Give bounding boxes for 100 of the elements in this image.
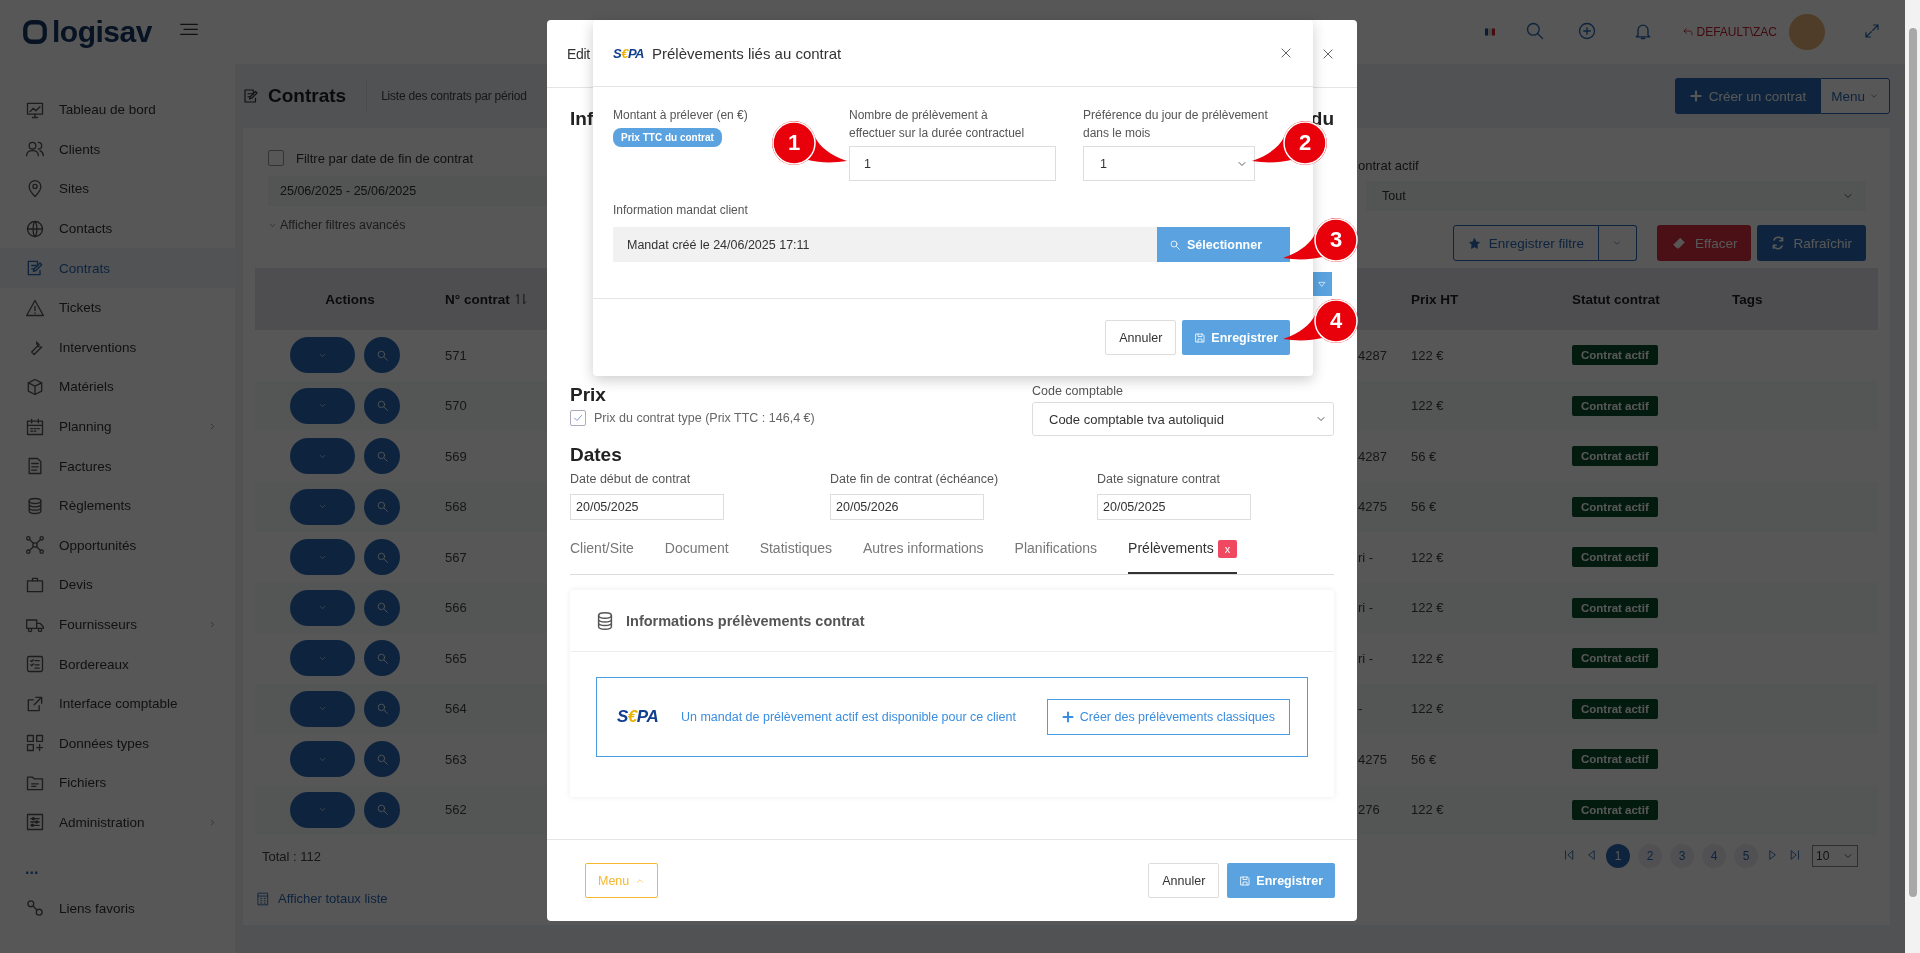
save-button[interactable]: Enregistrer xyxy=(1182,320,1290,355)
page-size-select[interactable]: 10 xyxy=(1812,845,1858,867)
count-field[interactable]: 1 xyxy=(849,146,1056,181)
sidebar-item[interactable]: Sites xyxy=(0,169,235,209)
page-button[interactable]: 4 xyxy=(1702,844,1726,868)
date-field[interactable]: 20/05/2025 xyxy=(570,494,724,520)
section-heading: Inf xyxy=(570,108,594,131)
page-title: Contrats xyxy=(268,85,347,107)
status-select[interactable]: Tout xyxy=(1366,181,1866,211)
column-header: Tags xyxy=(1727,268,1878,330)
sidebar-item[interactable]: Contrats xyxy=(0,248,235,288)
filter-label: ontrat actif xyxy=(1358,157,1420,173)
date-field[interactable]: 20/05/2025 xyxy=(1097,494,1251,520)
table-cell: 276 xyxy=(1358,802,1380,818)
card-title: Informations prélèvements contrat xyxy=(626,612,865,629)
clear-button[interactable]: Effacer xyxy=(1656,225,1752,261)
tab[interactable]: Autres informations xyxy=(863,540,984,574)
date-field[interactable]: 20/05/2026 xyxy=(830,494,984,520)
table-cell: 122 € xyxy=(1411,650,1444,666)
table-cell: 566 xyxy=(445,600,467,616)
sidebar-item[interactable]: Interventions xyxy=(0,327,235,368)
user-name[interactable]: DEFAULT\ZAC xyxy=(1696,25,1777,39)
status-badge: Contrat actif xyxy=(1572,799,1658,820)
refresh-button[interactable]: Rafraîchir xyxy=(1757,225,1866,261)
section-heading: Dates xyxy=(570,444,623,466)
create-debits-button[interactable]: Créer des prélèvements classiques xyxy=(1046,699,1290,735)
column-header: Actions xyxy=(255,268,440,330)
sidebar-item[interactable]: Données types xyxy=(0,723,235,764)
sidebar-item[interactable]: Factures xyxy=(0,446,235,486)
create-contract-button[interactable]: Créer un contrat xyxy=(1674,78,1821,114)
sidebar-item[interactable]: Liens favoris xyxy=(0,888,235,928)
save-filter-button[interactable]: Enregistrer filtre xyxy=(1452,225,1599,261)
section-heading: Prix xyxy=(570,384,607,406)
table-cell: ri - xyxy=(1358,600,1374,616)
day-select[interactable]: 1 xyxy=(1083,146,1255,181)
sidebar-item[interactable]: Tableau de bord xyxy=(0,90,235,130)
tab[interactable]: Client/Site xyxy=(570,540,634,574)
status-badge: Contrat actif xyxy=(1572,749,1658,770)
table-cell: 565 xyxy=(445,650,467,666)
cancel-button[interactable]: Annuler xyxy=(1105,320,1177,355)
sidebar-item[interactable]: Administration xyxy=(0,802,235,843)
sidebar-item[interactable]: Fournisseurs xyxy=(0,604,235,645)
sidebar-item[interactable]: Opportunités xyxy=(0,525,235,566)
select-button[interactable]: Sélectionner xyxy=(1157,227,1290,262)
sidebar-item[interactable]: Fichiers xyxy=(0,763,235,803)
table-cell: 4287 xyxy=(1358,347,1387,363)
remove-badge[interactable]: x xyxy=(1217,540,1238,558)
sidebar-item[interactable]: Bordereaux xyxy=(0,644,235,684)
field-label: Code comptable xyxy=(1032,384,1125,398)
field-label: Montant à prélever (en €) xyxy=(613,107,749,124)
table-cell: 570 xyxy=(445,398,467,414)
page-button[interactable]: 3 xyxy=(1670,844,1694,868)
field-label: Nombre de prélèvement à effectuer sur la durée contractuel xyxy=(849,107,1026,142)
table-cell: 122 € xyxy=(1411,549,1444,565)
totals-link[interactable]: Afficher totaux liste xyxy=(278,891,388,906)
tab[interactable]: Statistiques xyxy=(759,540,832,574)
sidebar-item[interactable]: Matériels xyxy=(0,367,235,407)
field-label: Date début de contrat xyxy=(570,472,692,486)
dialog-title: Edit xyxy=(567,45,590,62)
status-badge: Contrat actif xyxy=(1572,698,1658,719)
price-badge: Prix TTC du contrat xyxy=(613,128,722,147)
mandate-field[interactable]: Mandat créé le 24/06/2025 17:11 xyxy=(613,227,1157,262)
more-indicator[interactable]: ... xyxy=(0,842,235,889)
menu-button[interactable]: Menu xyxy=(1820,78,1890,114)
page-button[interactable]: 1 xyxy=(1606,844,1630,868)
step-marker: 3 xyxy=(1282,216,1360,264)
tab[interactable]: Document xyxy=(664,540,729,574)
status-badge: Contrat actif xyxy=(1572,547,1658,568)
sidebar-item[interactable]: Clients xyxy=(0,129,235,170)
sidebar-item[interactable]: Devis xyxy=(0,565,235,605)
table-cell: 122 € xyxy=(1411,802,1444,818)
table-cell: 563 xyxy=(445,751,467,767)
table-cell: 122 € xyxy=(1411,600,1444,616)
status-badge: Contrat actif xyxy=(1572,345,1658,366)
sidebar-item[interactable]: Interface comptable xyxy=(0,683,235,724)
status-badge: Contrat actif xyxy=(1572,446,1658,467)
table-cell: 571 xyxy=(445,347,467,363)
column-header[interactable]: N° contrat xyxy=(445,291,510,307)
table-cell: 567 xyxy=(445,549,467,565)
tab[interactable]: Prélèvements x xyxy=(1128,540,1238,574)
status-badge: Contrat actif xyxy=(1572,648,1658,669)
menu-button[interactable]: Menu xyxy=(585,863,659,898)
page-button[interactable]: 2 xyxy=(1638,844,1662,868)
table-cell: ri - xyxy=(1358,549,1374,565)
table-cell: 569 xyxy=(445,448,467,464)
sidebar-item[interactable]: Règlements xyxy=(0,485,235,526)
table-cell: 56 € xyxy=(1411,448,1437,464)
page-subtitle: Liste des contrats par périod xyxy=(381,89,527,103)
cancel-button[interactable]: Annuler xyxy=(1148,863,1220,898)
advanced-filters-link[interactable]: Afficher filtres avancés xyxy=(280,218,406,232)
page-button[interactable]: 5 xyxy=(1734,844,1758,868)
checkbox-label: Filtre par date de fin de contrat xyxy=(296,150,474,166)
table-cell: 564 xyxy=(445,701,467,717)
tab[interactable]: Planifications xyxy=(1014,540,1098,574)
save-button[interactable]: Enregistrer xyxy=(1227,863,1335,898)
sidebar-item[interactable]: Planning xyxy=(0,406,235,447)
accounting-code-select[interactable]: Code comptable tva autoliquid xyxy=(1032,402,1334,436)
column-header: Statut contrat xyxy=(1567,268,1727,330)
column-header: Prix HT xyxy=(1406,268,1567,330)
info-message: Un mandat de prélèvement actif est disponible pour ce client xyxy=(681,710,1016,724)
